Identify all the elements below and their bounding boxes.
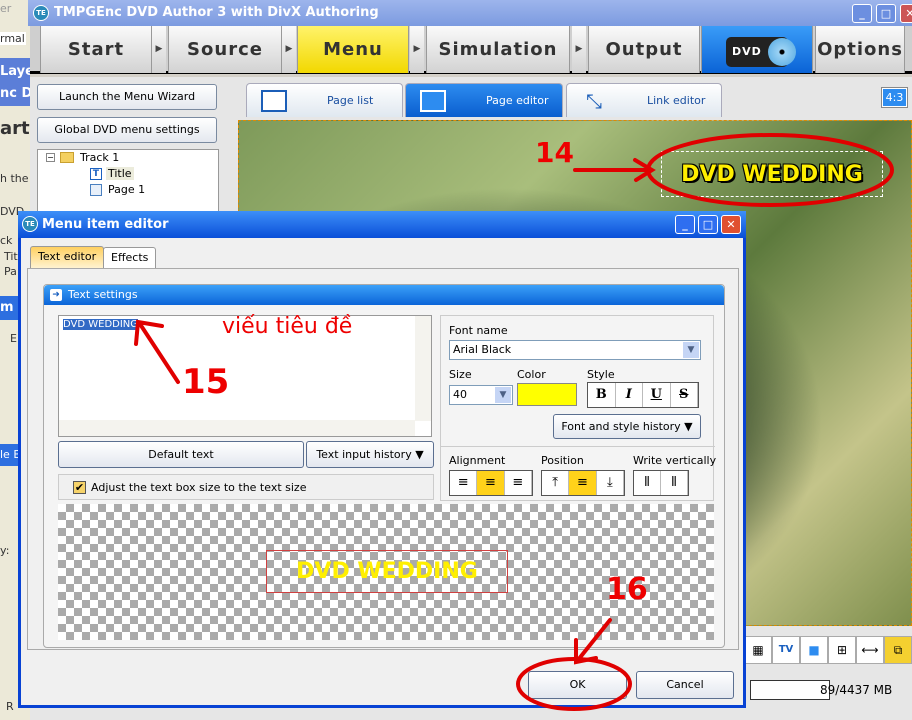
annotation-arrow-16: [574, 618, 612, 665]
annotation-circle-16: [516, 657, 632, 711]
annotation-layer: [134, 133, 894, 711]
annotation-16: 16: [606, 572, 648, 607]
annotation-14: 14: [535, 136, 574, 169]
annotation-circle-14: [646, 133, 894, 207]
annotation-15: 15: [182, 362, 230, 402]
annotation-note: viếu tiêu đề: [222, 314, 353, 339]
annotation-arrow-14: [573, 158, 656, 182]
annotation-arrow-15: [134, 319, 180, 384]
